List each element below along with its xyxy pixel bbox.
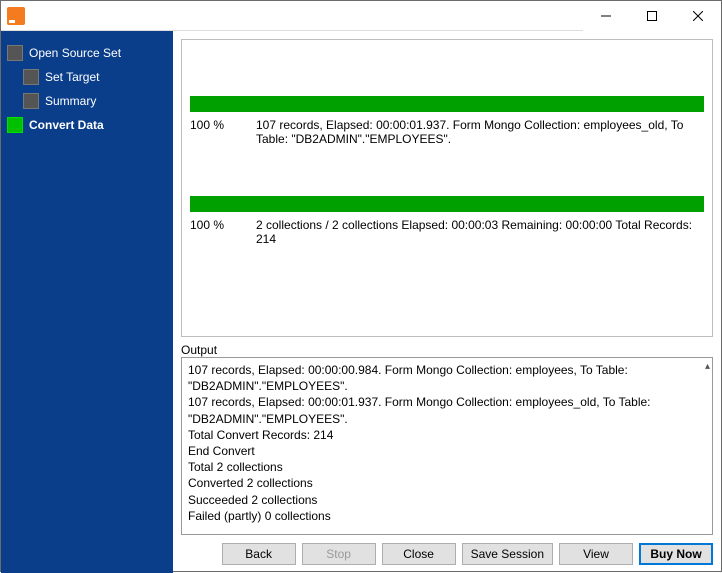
- progress-row-1: 100 % 107 records, Elapsed: 00:00:01.937…: [190, 96, 704, 146]
- maximize-icon: [647, 11, 657, 21]
- sidebar-item-label: Open Source Set: [29, 46, 121, 60]
- step-box-icon: [23, 69, 39, 85]
- sidebar: Open Source Set Set Target Summary Conve…: [1, 31, 173, 573]
- minimize-button[interactable]: [583, 1, 629, 31]
- app-icon: [7, 7, 25, 25]
- output-textbox[interactable]: ▴ 107 records, Elapsed: 00:00:00.984. Fo…: [181, 357, 713, 535]
- progress-percent: 100 %: [190, 118, 238, 146]
- window-controls: [583, 1, 721, 31]
- sidebar-item-open-source-set[interactable]: Open Source Set: [1, 41, 173, 65]
- progress-bar: [190, 196, 704, 212]
- progress-text: 100 % 107 records, Elapsed: 00:00:01.937…: [190, 118, 704, 146]
- progress-area: 100 % 107 records, Elapsed: 00:00:01.937…: [181, 39, 713, 337]
- output-line: 107 records, Elapsed: 00:00:01.937. Form…: [188, 394, 706, 426]
- titlebar: [1, 1, 721, 31]
- content: 100 % 107 records, Elapsed: 00:00:01.937…: [173, 31, 721, 573]
- progress-row-2: 100 % 2 collections / 2 collections Elap…: [190, 196, 704, 246]
- output-line: Total Convert Records: 214: [188, 427, 706, 443]
- buy-now-button[interactable]: Buy Now: [639, 543, 713, 565]
- stop-button[interactable]: Stop: [302, 543, 376, 565]
- back-button[interactable]: Back: [222, 543, 296, 565]
- scroll-up-icon[interactable]: ▴: [705, 360, 710, 374]
- sidebar-item-convert-data[interactable]: Convert Data: [1, 113, 173, 137]
- step-box-icon: [7, 117, 23, 133]
- output-line: Total 2 collections: [188, 459, 706, 475]
- output-line: Failed (partly) 0 collections: [188, 508, 706, 524]
- output-line: 107 records, Elapsed: 00:00:00.984. Form…: [188, 362, 706, 394]
- sidebar-item-summary[interactable]: Summary: [1, 89, 173, 113]
- button-row: Back Stop Close Save Session View Buy No…: [181, 543, 713, 565]
- close-icon: [693, 11, 703, 21]
- sidebar-item-set-target[interactable]: Set Target: [1, 65, 173, 89]
- progress-detail: 2 collections / 2 collections Elapsed: 0…: [256, 218, 704, 246]
- view-button[interactable]: View: [559, 543, 633, 565]
- progress-bar: [190, 96, 704, 112]
- app-icon-wrap: [1, 7, 25, 25]
- progress-percent: 100 %: [190, 218, 238, 246]
- sidebar-item-label: Summary: [45, 94, 96, 108]
- step-box-icon: [7, 45, 23, 61]
- step-box-icon: [23, 93, 39, 109]
- output-line: Succeeded 2 collections: [188, 492, 706, 508]
- output-label: Output: [181, 343, 713, 357]
- output-line: End Convert: [188, 443, 706, 459]
- sidebar-item-label: Convert Data: [29, 118, 104, 132]
- close-dialog-button[interactable]: Close: [382, 543, 456, 565]
- main: Open Source Set Set Target Summary Conve…: [1, 31, 721, 573]
- close-button[interactable]: [675, 1, 721, 31]
- maximize-button[interactable]: [629, 1, 675, 31]
- sidebar-item-label: Set Target: [45, 70, 99, 84]
- output-line: Converted 2 collections: [188, 475, 706, 491]
- minimize-icon: [601, 11, 611, 21]
- progress-detail: 107 records, Elapsed: 00:00:01.937. Form…: [256, 118, 704, 146]
- save-session-button[interactable]: Save Session: [462, 543, 553, 565]
- progress-text: 100 % 2 collections / 2 collections Elap…: [190, 218, 704, 246]
